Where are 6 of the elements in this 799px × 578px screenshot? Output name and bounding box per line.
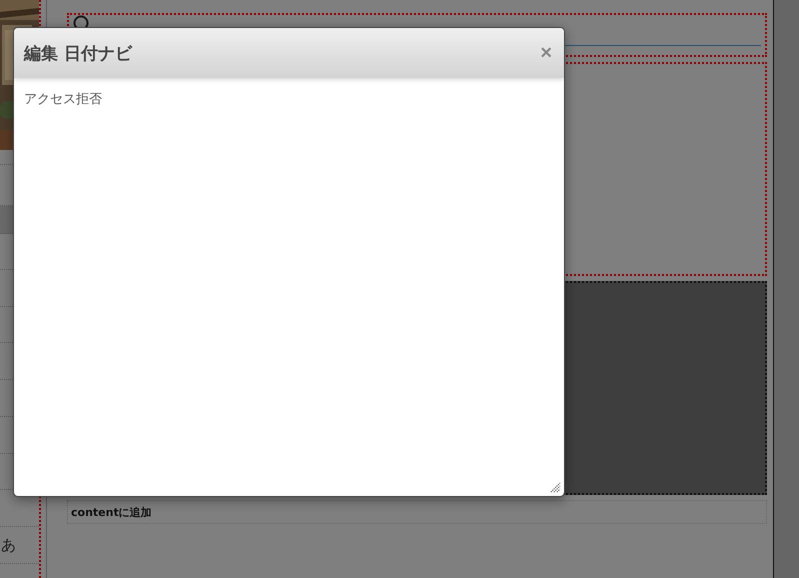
resize-grip-icon[interactable] — [550, 482, 561, 493]
add-content-link[interactable]: contentに追加 — [71, 504, 152, 520]
sidebar-text: あ — [1, 536, 16, 554]
dialog-title: 編集 日付ナビ — [24, 42, 132, 64]
dialog-message: アクセス拒否 — [24, 91, 103, 108]
close-button[interactable]: × — [538, 43, 554, 63]
